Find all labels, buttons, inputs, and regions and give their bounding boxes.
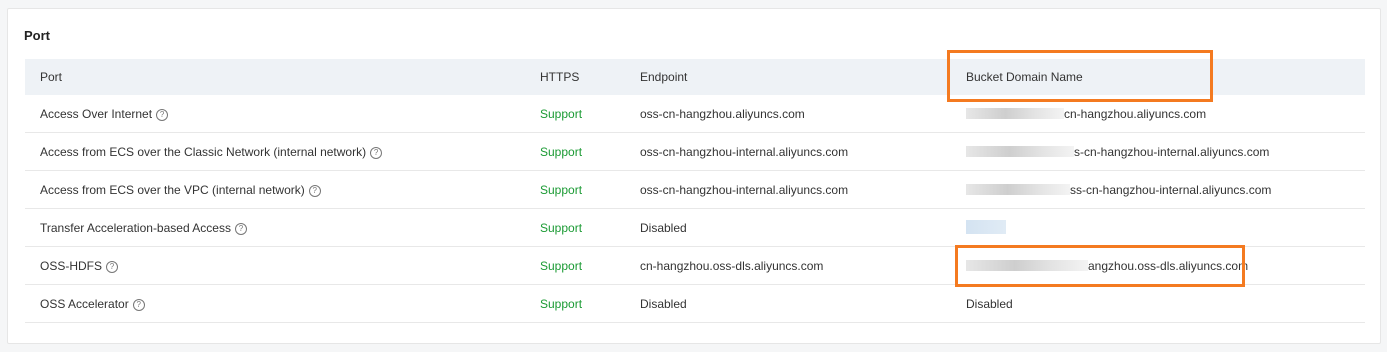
endpoint-cell: oss-cn-hangzhou-internal.aliyuncs.com [625,170,951,209]
https-cell: Support [525,208,625,247]
domain-cell: Disabled [951,284,1365,323]
table-row: Access from ECS over the VPC (internal n… [25,170,1365,209]
endpoint-cell: cn-hangzhou.oss-dls.aliyuncs.com [625,246,951,285]
port-table: Port HTTPS Endpoint Bucket Domain Name A… [25,59,1365,323]
table-row: Transfer Acceleration-based Access? Supp… [25,208,1365,247]
port-label: Access from ECS over the VPC (internal n… [40,182,305,197]
domain-cell [951,208,1365,247]
https-cell: Support [525,246,625,285]
redacted-text [966,183,1070,195]
domain-text: s-cn-hangzhou-internal.aliyuncs.com [1074,144,1270,159]
table-row: Access from ECS over the Classic Network… [25,132,1365,171]
redacted-text [966,219,1006,234]
endpoint-cell: Disabled [625,208,951,247]
help-icon[interactable]: ? [106,260,119,273]
https-cell: Support [525,132,625,171]
port-label: OSS-HDFS [40,258,103,273]
help-icon[interactable]: ? [370,146,383,159]
port-label: Access from ECS over the Classic Network… [40,144,367,159]
help-icon[interactable]: ? [156,108,169,121]
https-cell: Support [525,170,625,209]
redacted-text [966,107,1064,119]
section-title: Port [24,28,50,43]
column-header-endpoint: Endpoint [625,59,951,95]
endpoint-cell: oss-cn-hangzhou-internal.aliyuncs.com [625,132,951,171]
domain-cell: s-cn-hangzhou-internal.aliyuncs.com [951,132,1365,171]
port-cell: Access from ECS over the Classic Network… [25,132,525,171]
port-label: OSS Accelerator [40,296,129,311]
port-cell: OSS-HDFS? [25,246,525,285]
endpoint-cell: Disabled [625,284,951,323]
port-cell: Access Over Internet? [25,95,525,133]
port-card: Port Port HTTPS Endpoint Bucket Domain N… [7,8,1381,344]
port-cell: OSS Accelerator? [25,284,525,323]
port-cell: Transfer Acceleration-based Access? [25,208,525,247]
domain-text: ss-cn-hangzhou-internal.aliyuncs.com [1070,182,1272,197]
column-header-https: HTTPS [525,59,625,95]
column-header-port: Port [25,59,525,95]
endpoint-cell: oss-cn-hangzhou.aliyuncs.com [625,95,951,133]
port-cell: Access from ECS over the VPC (internal n… [25,170,525,209]
port-label: Transfer Acceleration-based Access [40,220,231,235]
domain-text: cn-hangzhou.aliyuncs.com [1064,106,1207,121]
domain-text: angzhou.oss-dls.aliyuncs.com [1088,258,1249,273]
help-icon[interactable]: ? [132,298,145,311]
column-header-bucket-domain-name: Bucket Domain Name [951,59,1365,95]
https-cell: Support [525,95,625,133]
help-icon[interactable]: ? [234,222,247,235]
help-icon[interactable]: ? [308,184,321,197]
port-label: Access Over Internet [40,106,153,121]
table-row: OSS-HDFS? Support cn-hangzhou.oss-dls.al… [25,246,1365,285]
domain-cell: ss-cn-hangzhou-internal.aliyuncs.com [951,170,1365,209]
table-row: Access Over Internet? Support oss-cn-han… [25,95,1365,133]
https-cell: Support [525,284,625,323]
domain-cell: cn-hangzhou.aliyuncs.com [951,95,1365,133]
table-row: OSS Accelerator? Support Disabled Disabl… [25,284,1365,323]
domain-cell: angzhou.oss-dls.aliyuncs.com [951,246,1365,285]
table-header-row: Port HTTPS Endpoint Bucket Domain Name [25,59,1365,95]
redacted-text [966,259,1088,271]
redacted-text [966,145,1074,157]
